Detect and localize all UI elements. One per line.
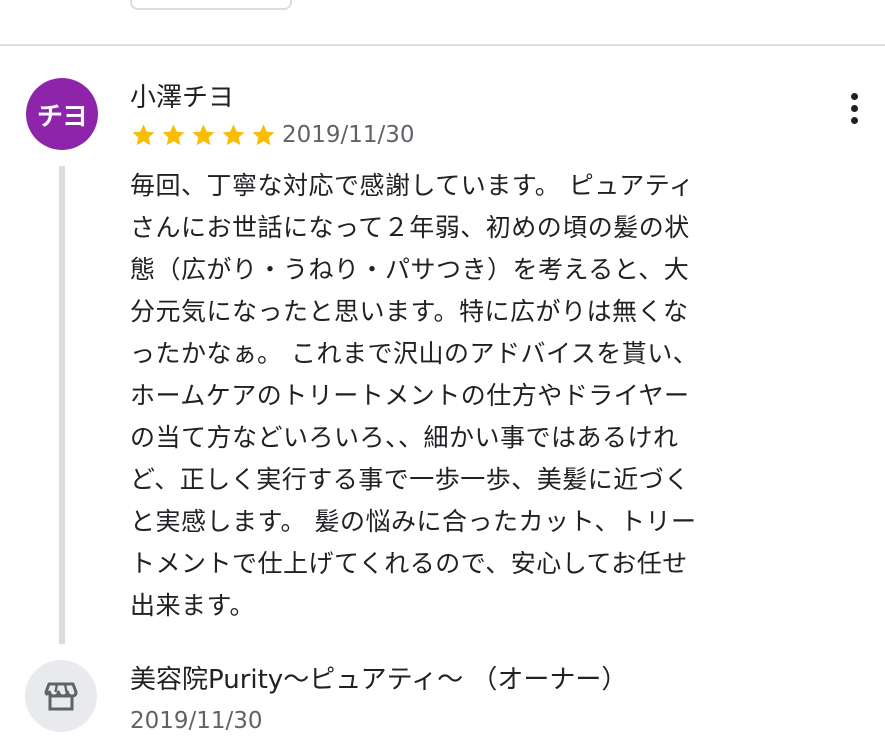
divider xyxy=(0,44,885,46)
review-text-line: 出来ます。 xyxy=(130,591,256,620)
review-text-line: ど、正しく実行する事で一歩一歩、美髪に近づく xyxy=(130,465,690,494)
previous-action-button[interactable] xyxy=(130,0,292,10)
review-date: 2019/11/30 xyxy=(282,122,415,148)
review-text-line: ったかなぁ。 これまで沢山のアドバイスを貰い、 xyxy=(130,339,699,368)
review-text-line: の当て方などいろいろ、、細かい事ではあるけれ xyxy=(130,423,679,452)
more-vert-icon[interactable] xyxy=(838,88,870,128)
star-icon xyxy=(222,123,245,145)
review-text-line: さんにお世話になって２年弱、初めの頃の髪の状 xyxy=(130,213,690,242)
reviewer-name[interactable]: 小澤チヨ xyxy=(130,80,234,116)
star-icon xyxy=(252,123,275,145)
star-rating xyxy=(130,118,280,152)
owner-avatar xyxy=(25,660,97,732)
more-vert-dot xyxy=(850,116,858,124)
more-vert-dot xyxy=(850,92,858,100)
review-text-line: と実感します。 髪の悩みに合ったカット、トリー xyxy=(130,507,697,536)
star-icon xyxy=(192,123,215,145)
reply-thread-line xyxy=(59,166,65,644)
review-text-line: トメントで仕上げてくれるので、安心してお任せ xyxy=(130,549,688,578)
review-text-line: 分元気になったと思います。特に広がりは無くな xyxy=(130,297,689,326)
review-text: 毎回、丁寧な対応で感謝しています。 ピュアティ さんにお世話になって２年弱、初め… xyxy=(130,165,752,627)
owner-reply-date: 2019/11/30 xyxy=(130,708,263,734)
star-icon xyxy=(132,123,155,145)
review-text-line: 毎回、丁寧な対応で感謝しています。 ピュアティ xyxy=(130,171,695,200)
more-vert-dot xyxy=(850,104,858,112)
store-icon xyxy=(44,682,78,711)
owner-reply-name: 美容院Purity〜ピュアティ〜 （オーナー） xyxy=(130,665,628,695)
star-icon xyxy=(162,123,185,145)
review-text-line: ホームケアのトリートメントの仕方やドライヤー xyxy=(130,381,690,410)
avatar[interactable]: チヨ xyxy=(26,78,98,150)
avatar-initials: チヨ xyxy=(36,101,88,132)
review-text-line: 態（広がり・うねり・パサつき）を考えると、大 xyxy=(130,255,690,284)
